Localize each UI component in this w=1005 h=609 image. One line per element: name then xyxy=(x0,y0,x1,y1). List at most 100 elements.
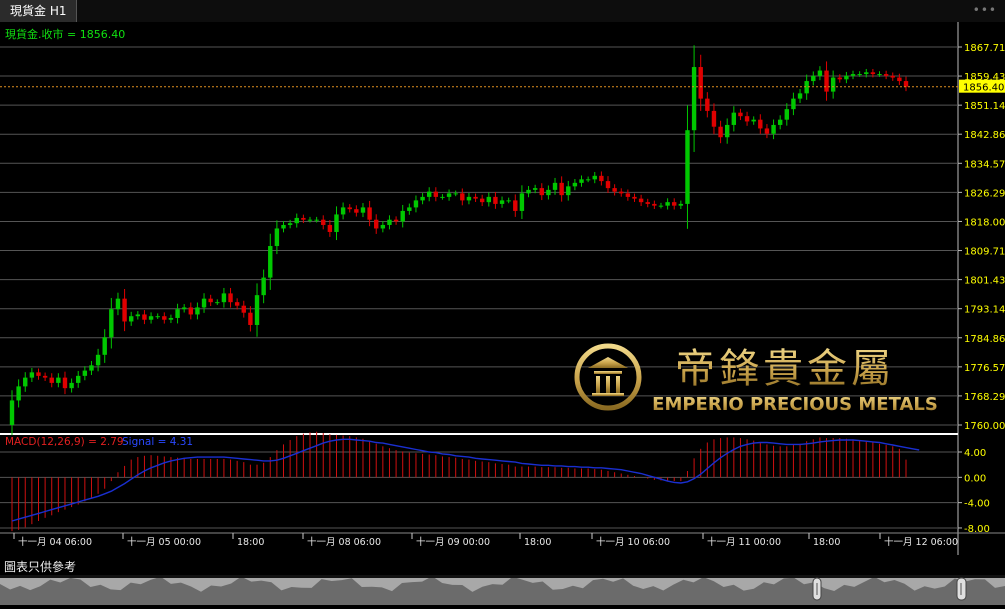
signal-label: Signal = 4.31 xyxy=(122,436,193,448)
candle-body xyxy=(585,179,591,181)
status-bar: 圖表只供參考 xyxy=(0,556,1005,576)
candle-body xyxy=(572,182,578,187)
candle-body xyxy=(122,298,127,322)
watermark-english: EMPERIO PRECIOUS METALS xyxy=(652,394,938,415)
candle-body xyxy=(592,175,597,180)
macd-tick-label: 4.00 xyxy=(964,448,986,459)
candle-body xyxy=(62,377,68,389)
candle-body xyxy=(115,298,121,310)
candle-body xyxy=(241,305,246,313)
price-label: 現貨金.收市 = 1856.40 xyxy=(5,27,125,41)
candle-body xyxy=(844,75,849,80)
price-tick-label: 1867.71 xyxy=(964,43,1005,54)
candle-body xyxy=(473,196,478,199)
candle-body xyxy=(168,317,174,320)
candle-body xyxy=(890,75,895,78)
candle-body xyxy=(698,67,703,99)
chart-tab[interactable]: 現貨金 H1 xyxy=(0,0,78,22)
candle-body xyxy=(784,109,789,120)
candle-body xyxy=(135,314,141,317)
time-tick-label: 十一月 05 00:00 xyxy=(127,536,201,548)
candle-body xyxy=(870,72,876,75)
candle-body xyxy=(711,110,717,127)
candle-body xyxy=(56,377,61,383)
candle-body xyxy=(804,81,809,94)
candle-body xyxy=(751,119,756,122)
candle-body xyxy=(446,193,452,197)
price-tick-label: 1842.86 xyxy=(964,130,1005,141)
watermark-chinese: 帝鋒貴金屬 xyxy=(675,346,895,392)
candle-body xyxy=(453,193,458,195)
time-tick-label: 十一月 11 00:00 xyxy=(707,536,781,548)
candle-body xyxy=(248,312,253,325)
navigator-overview[interactable] xyxy=(0,575,1005,605)
candle-body xyxy=(705,98,710,111)
price-tick-label: 1768.29 xyxy=(964,392,1005,403)
macd-label: MACD(12,26,9) = 2.79 xyxy=(5,436,124,448)
candle-body xyxy=(16,386,21,401)
time-tick-label: 18:00 xyxy=(813,537,840,548)
candle-body xyxy=(638,198,644,203)
candle-body xyxy=(460,193,465,201)
candle-body xyxy=(413,200,419,208)
candle-body xyxy=(519,193,525,211)
candle-body xyxy=(287,223,293,225)
candle-body xyxy=(268,246,273,278)
candle-body xyxy=(354,209,359,213)
chart-tab-title: 現貨金 H1 xyxy=(10,4,67,18)
disclaimer-text: 圖表只供參考 xyxy=(4,560,77,574)
macd-tick-label: 0.00 xyxy=(964,473,986,484)
candle-body xyxy=(175,309,180,318)
candle-body xyxy=(857,74,862,76)
candle-body xyxy=(407,207,412,211)
candle-body xyxy=(678,203,684,206)
candle-body xyxy=(877,74,882,76)
candle-body xyxy=(380,224,386,229)
candle-body xyxy=(797,93,803,99)
navigator-bar xyxy=(0,575,1005,605)
candle-body xyxy=(466,196,472,201)
price-tick-label: 1793.14 xyxy=(964,305,1005,316)
candle-body xyxy=(155,316,160,318)
candle-body xyxy=(691,67,697,131)
candle-body xyxy=(49,377,54,383)
candle-body xyxy=(632,196,637,199)
candle-body xyxy=(665,202,670,206)
candle-body xyxy=(327,224,333,232)
candle-body xyxy=(499,200,505,204)
candle-body xyxy=(612,188,617,192)
price-tick-label: 1851.14 xyxy=(964,101,1005,112)
candle-body xyxy=(89,365,94,371)
candle-body xyxy=(340,207,346,215)
candle-body xyxy=(532,188,538,190)
candle-body xyxy=(301,217,306,220)
price-tick-label: 1859.43 xyxy=(964,72,1005,83)
price-tick-label: 1809.71 xyxy=(964,247,1005,258)
candle-body xyxy=(625,193,631,197)
macd-tick-label: -4.00 xyxy=(964,499,990,510)
navigator-right-handle[interactable] xyxy=(956,577,967,601)
tab-options-icon[interactable]: ••• xyxy=(973,3,997,17)
candle-body xyxy=(76,375,81,383)
candle-body xyxy=(181,307,187,310)
candle-body xyxy=(261,277,266,296)
candle-body xyxy=(367,207,372,220)
candle-body xyxy=(513,200,518,211)
candle-body xyxy=(599,175,604,182)
time-tick-label: 十一月 12 06:00 xyxy=(884,536,958,548)
candle-body xyxy=(605,181,611,189)
candle-body xyxy=(758,119,763,129)
time-tick-label: 十一月 10 06:00 xyxy=(596,536,670,548)
price-tick-label: 1776.57 xyxy=(964,363,1005,374)
navigator-left-handle[interactable] xyxy=(812,577,822,601)
candle-body xyxy=(393,219,399,222)
candle-body xyxy=(479,198,485,203)
candle-body xyxy=(764,128,770,134)
candle-body xyxy=(148,316,154,320)
candle-body xyxy=(307,219,313,221)
chart-tab-bar: 現貨金 H1 ••• xyxy=(0,0,1005,23)
candle-body xyxy=(387,219,392,225)
candle-body xyxy=(791,98,796,110)
candle-body xyxy=(102,337,107,355)
candle-body xyxy=(837,77,842,80)
